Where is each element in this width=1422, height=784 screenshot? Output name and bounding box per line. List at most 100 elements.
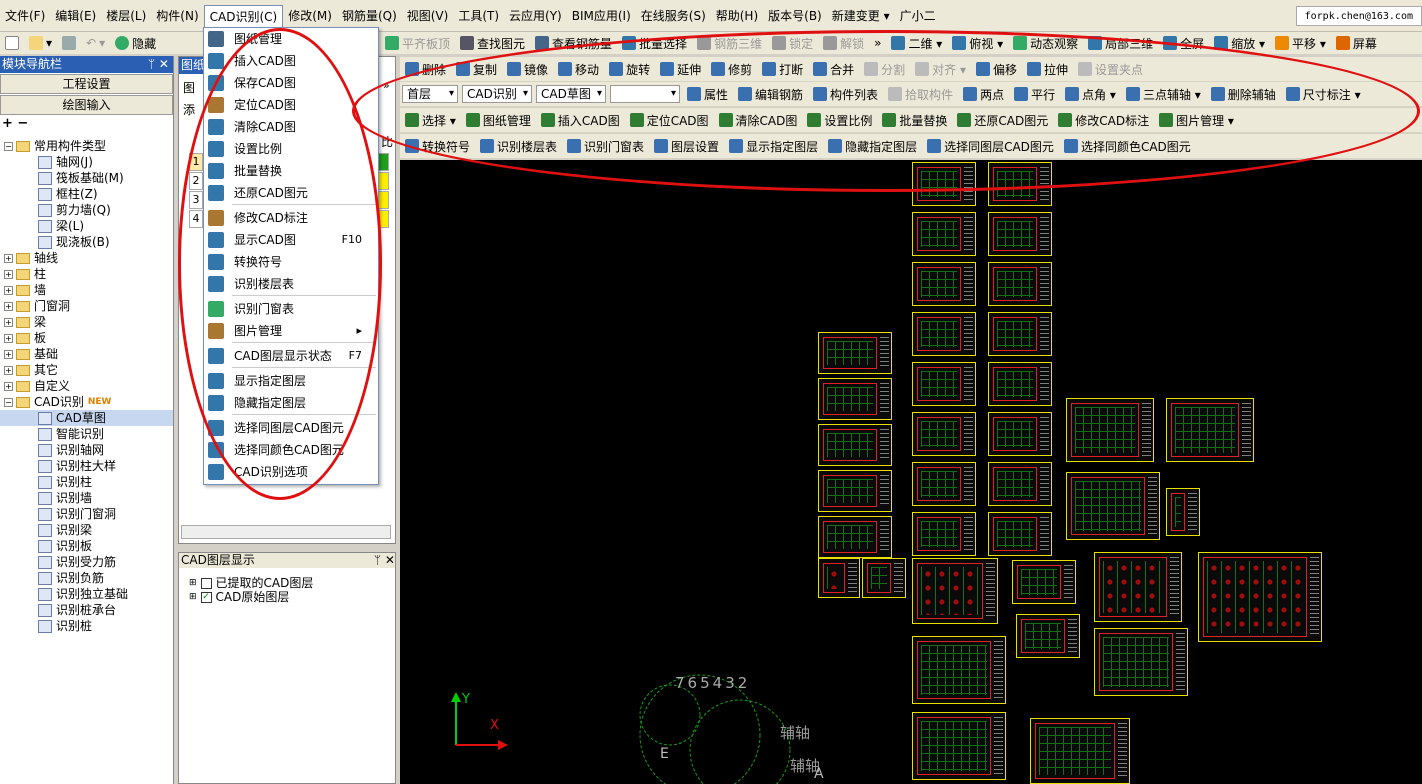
toolbar-button[interactable]: 延伸: [655, 59, 706, 79]
tree-item[interactable]: 识别梁: [0, 522, 173, 538]
cad-drawing-sheet[interactable]: [1094, 628, 1188, 696]
toolbar-button[interactable]: 清除CAD图: [714, 110, 803, 130]
toolbar-button[interactable]: 解锁: [818, 33, 869, 53]
panel-pin-close-icons[interactable]: ᛘ ✕: [374, 553, 395, 568]
expand-icon[interactable]: +: [4, 317, 13, 327]
cad-drawing-sheet[interactable]: [912, 462, 976, 506]
tree-item[interactable]: 识别柱: [0, 474, 173, 490]
drawing-row-number[interactable]: 3: [189, 191, 203, 209]
horizontal-scrollbar[interactable]: [181, 525, 391, 539]
tree-folder[interactable]: + 自定义: [0, 378, 173, 394]
tree-item[interactable]: 识别板: [0, 538, 173, 554]
menu-item[interactable]: 视图(V): [402, 5, 454, 27]
cad-drawing-sheet[interactable]: [912, 162, 976, 206]
toolbar-button[interactable]: 识别楼层表: [475, 136, 562, 156]
tree-item[interactable]: 剪力墙(Q): [0, 202, 173, 218]
cad-drawing-sheet[interactable]: [912, 712, 1006, 780]
dropdown-menu-item[interactable]: 显示指定图层: [204, 370, 378, 391]
toolbar-button[interactable]: 查看钢筋量: [530, 33, 617, 53]
tree-item[interactable]: CAD草图: [0, 410, 173, 426]
drawing-row-number[interactable]: 1: [189, 153, 203, 171]
toolbar-button[interactable]: 动态观察: [1008, 33, 1083, 53]
drawing-input-button[interactable]: 绘图输入: [0, 95, 173, 115]
cad-drawing-sheet[interactable]: [818, 470, 892, 512]
tree-folder[interactable]: + 门窗洞: [0, 298, 173, 314]
cad-drawing-sheet[interactable]: [1066, 398, 1154, 462]
dropdown-menu-item[interactable]: 设置比例: [204, 138, 378, 159]
cad-drawing-sheet[interactable]: [818, 516, 892, 558]
cad-drawing-sheet[interactable]: [988, 412, 1052, 456]
toolbar-button[interactable]: 图片管理 ▾: [1154, 110, 1239, 130]
toolbar-button[interactable]: 钢筋三维: [692, 33, 767, 53]
tree-folder[interactable]: − 常用构件类型: [0, 138, 173, 154]
cad-drawing-sheet[interactable]: [912, 558, 998, 624]
collapse-arrow[interactable]: »: [383, 79, 390, 92]
tree-item[interactable]: 筏板基础(M): [0, 170, 173, 186]
menu-item[interactable]: 云应用(Y): [504, 5, 567, 27]
menu-item[interactable]: BIM应用(I): [567, 5, 636, 27]
cad-drawing-sheet[interactable]: [988, 212, 1052, 256]
menu-item[interactable]: 广小二: [895, 5, 941, 27]
cad-drawing-sheet[interactable]: [912, 636, 1006, 704]
toolbar-button[interactable]: 转换符号: [400, 136, 475, 156]
toolbar-button[interactable]: 图层设置: [649, 136, 724, 156]
toolbar-button[interactable]: 移动: [553, 59, 604, 79]
dropdown-menu-item[interactable]: 识别楼层表: [204, 273, 378, 294]
expand-icon[interactable]: −: [4, 397, 13, 407]
cad-drawing-sheet[interactable]: [818, 558, 860, 598]
toolbar-button[interactable]: 修改CAD标注: [1053, 110, 1154, 130]
cad-drawing-sheet[interactable]: [988, 162, 1052, 206]
dropdown-menu-item[interactable]: 修改CAD标注: [204, 207, 378, 228]
toolbar-button[interactable]: 批量替换: [877, 110, 952, 130]
dropdown-menu-item[interactable]: 选择同颜色CAD图元: [204, 439, 378, 460]
toolbar-button[interactable]: 插入CAD图: [536, 110, 625, 130]
cad-drawing-sheet[interactable]: [1016, 614, 1080, 658]
toolbar-button[interactable]: 选择 ▾: [400, 110, 461, 130]
menu-item[interactable]: 编辑(E): [50, 5, 101, 27]
tree-folder[interactable]: − CAD识别 NEW: [0, 394, 173, 410]
cad-drawing-sheet[interactable]: [988, 312, 1052, 356]
expand-icon[interactable]: +: [4, 349, 13, 359]
floor-select[interactable]: 首层: [402, 85, 458, 103]
drawing-row-number[interactable]: 4: [189, 210, 203, 228]
tree-item[interactable]: 识别轴网: [0, 442, 173, 458]
cad-drawing-sheet[interactable]: [1094, 552, 1182, 622]
dropdown-menu-item[interactable]: 识别门窗表: [204, 298, 378, 319]
toolbar-button[interactable]: 二维 ▾: [886, 33, 947, 53]
toolbar-button[interactable]: 修剪: [706, 59, 757, 79]
component-select[interactable]: [610, 85, 680, 103]
toolbar-button[interactable]: 俯视 ▾: [947, 33, 1008, 53]
cad-drawing-sheet[interactable]: [1012, 560, 1076, 604]
tree-folder[interactable]: + 板: [0, 330, 173, 346]
menu-item[interactable]: 文件(F): [0, 5, 50, 27]
toolbar-button[interactable]: 定位CAD图: [625, 110, 714, 130]
dropdown-menu-item[interactable]: 还原CAD图元: [204, 182, 378, 203]
dropdown-menu-item[interactable]: CAD图层显示状态 F7: [204, 345, 378, 366]
tree-folder[interactable]: + 基础: [0, 346, 173, 362]
toolbar-button[interactable]: 选择同颜色CAD图元: [1059, 136, 1196, 156]
cad-drawing-sheet[interactable]: [912, 212, 976, 256]
expand-icon[interactable]: ⊞: [189, 576, 197, 590]
open-file-button[interactable]: ▾: [24, 33, 57, 53]
cad-drawing-sheet[interactable]: [1066, 472, 1160, 540]
toolbar-button[interactable]: 锁定: [767, 33, 818, 53]
cad-drawing-sheet[interactable]: [988, 512, 1052, 556]
layer-row-extracted[interactable]: ⊞ 已提取的CAD图层: [179, 576, 395, 590]
cad-drawing-sheet[interactable]: [912, 362, 976, 406]
toolbar-button[interactable]: 三点辅轴 ▾: [1121, 84, 1206, 104]
sketch-select[interactable]: CAD草图: [536, 85, 606, 103]
dropdown-menu-item[interactable]: 图纸管理: [204, 28, 378, 49]
menu-item[interactable]: 新建变更 ▾: [827, 5, 895, 27]
menu-item[interactable]: 帮助(H): [711, 5, 763, 27]
cad-drawing-sheet[interactable]: [912, 412, 976, 456]
panel-pin-close-icons[interactable]: ᛘ ✕: [148, 56, 173, 73]
tree-item[interactable]: 识别独立基础: [0, 586, 173, 602]
toolbar-button[interactable]: 平齐板顶: [380, 33, 455, 53]
tree-folder[interactable]: + 墙: [0, 282, 173, 298]
dropdown-menu-item[interactable]: CAD识别选项: [204, 461, 378, 482]
dropdown-menu-item[interactable]: 清除CAD图: [204, 116, 378, 137]
drawing-row-number[interactable]: 2: [189, 172, 203, 190]
tree-item[interactable]: 识别负筋: [0, 570, 173, 586]
tree-folder[interactable]: + 柱: [0, 266, 173, 282]
undo-button[interactable]: ↶ ▾: [81, 33, 110, 53]
